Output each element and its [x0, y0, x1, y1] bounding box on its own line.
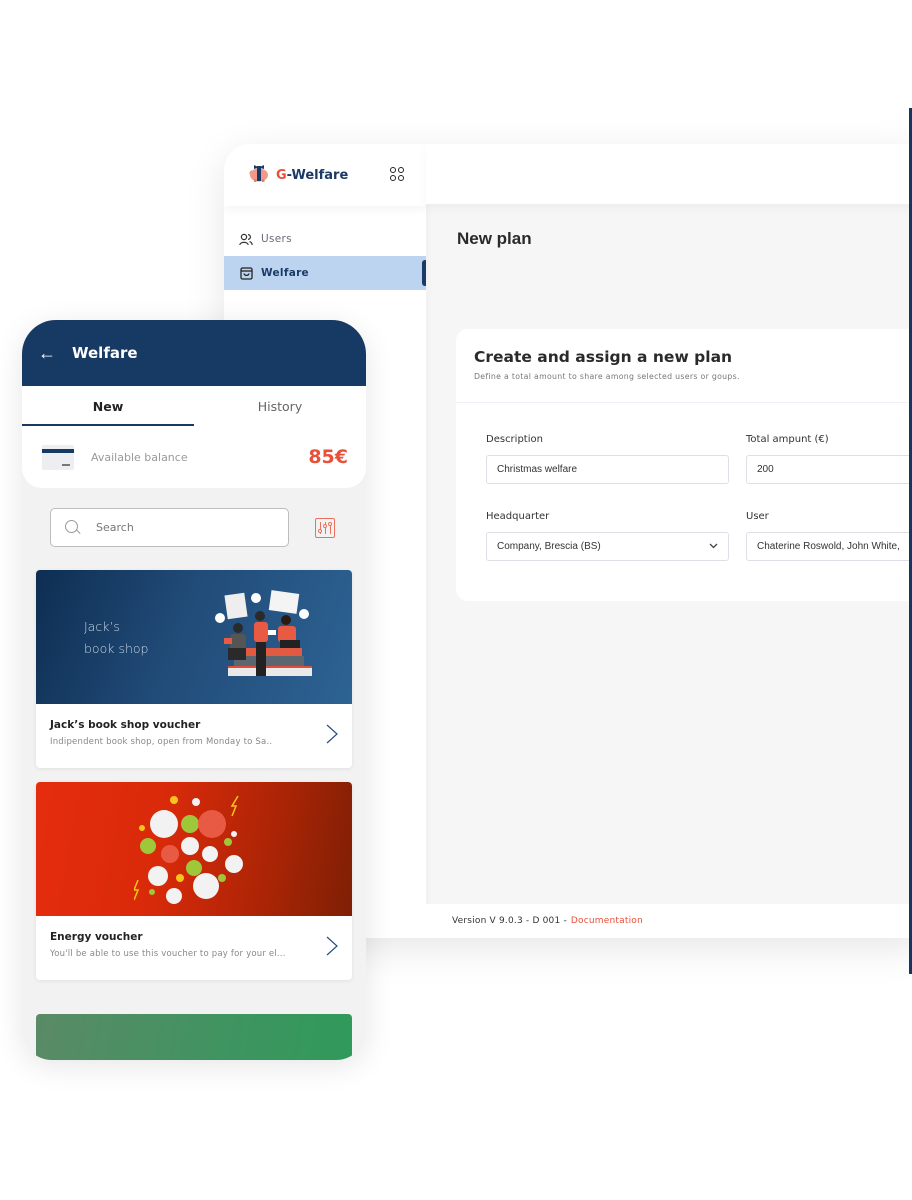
voucher-body: Energy voucher You'll be able to use thi… [36, 916, 352, 959]
voucher-body: Jack’s book shop voucher Indipendent boo… [36, 704, 352, 747]
version-text: Version V 9.0.3 - D 001 - [452, 916, 567, 926]
energy-icons-illustration [134, 795, 243, 904]
search-input[interactable]: Search [50, 508, 289, 547]
tabs: New History [22, 386, 366, 426]
description-label: Description [486, 434, 543, 445]
sidebar-item-label: Welfare [261, 267, 309, 279]
user-label: User [746, 511, 769, 522]
footer: Version V 9.0.3 - D 001 - Documentation [426, 904, 912, 938]
chevron-right-icon[interactable] [326, 936, 338, 956]
voucher-title: Jack’s book shop voucher [50, 719, 201, 731]
voucher-card-partial[interactable] [36, 1014, 352, 1060]
filter-sliders-icon[interactable] [315, 517, 335, 538]
tab-history[interactable]: History [194, 386, 366, 426]
voucher-title: Energy voucher [50, 931, 143, 943]
credit-card-icon [42, 444, 74, 470]
chevron-right-icon[interactable] [326, 724, 338, 744]
tab-new[interactable]: New [22, 386, 194, 426]
user-select[interactable]: Chaterine Roswold, John White, [746, 532, 912, 561]
form-title: Create and assign a new plan [474, 348, 733, 366]
voucher-description: You'll be able to use this voucher to pa… [50, 949, 286, 959]
chevron-down-icon [709, 541, 718, 551]
sidebar-nav: Users Welfare [224, 222, 426, 290]
headquarter-label: Headquarter [486, 511, 550, 522]
documentation-link[interactable]: Documentation [571, 916, 643, 926]
mobile-header: ← Welfare [22, 320, 366, 386]
book-shop-banner: Jack’s book shop [36, 570, 352, 704]
balance-label: Available balance [91, 450, 188, 464]
mobile-screen: ← Welfare New History Available balance … [22, 320, 366, 1060]
page-title: New plan [457, 229, 532, 248]
balance-value: 85€ [308, 446, 348, 468]
headquarter-select[interactable]: Company, Brescia (BS) [486, 532, 729, 561]
description-field-group: Description Christmas welfare [486, 434, 729, 484]
sidebar-item-label: Users [261, 233, 292, 245]
total-amount-field-group: Total ampunt (€) 200 [746, 434, 912, 484]
search-row: Search [22, 488, 366, 547]
sidebar-item-welfare[interactable]: Welfare [224, 256, 426, 290]
description-input[interactable]: Christmas welfare [486, 455, 729, 484]
brand[interactable]: G-Welfare [224, 144, 426, 206]
headquarter-field-group: Headquarter Company, Brescia (BS) [486, 511, 729, 561]
total-amount-input[interactable]: 200 [746, 455, 912, 484]
form-subtitle: Define a total amount to share among sel… [474, 372, 740, 381]
apps-grid-icon[interactable] [390, 167, 404, 181]
reading-people-illustration [215, 590, 312, 676]
top-bar [426, 144, 912, 204]
banner-text: Jack’s book shop [84, 619, 149, 656]
user-field-group: User Chaterine Roswold, John White, [746, 511, 912, 561]
search-icon [65, 519, 81, 536]
voucher-card-energy[interactable]: Energy voucher You'll be able to use thi… [36, 782, 352, 980]
voucher-card-book-shop[interactable]: Jack’s book shop Jack’s book shop vouche… [36, 570, 352, 768]
balance-row: Available balance 85€ [22, 426, 366, 488]
headquarter-value: Company, Brescia (BS) [497, 541, 601, 552]
voucher-description: Indipendent book shop, open from Monday … [50, 737, 273, 747]
mobile-title: Welfare [72, 344, 138, 362]
piggy-bank-icon [248, 163, 270, 188]
sidebar-item-users[interactable]: Users [224, 222, 426, 256]
search-placeholder: Search [96, 521, 134, 534]
brand-name: G-Welfare [276, 167, 349, 183]
shopping-bag-icon [239, 266, 253, 280]
back-arrow-icon[interactable]: ← [38, 343, 56, 364]
total-amount-label: Total ampunt (€) [746, 434, 829, 445]
mobile-top-panel: New History Available balance 85€ [22, 386, 366, 488]
energy-banner [36, 782, 352, 916]
users-icon [239, 232, 253, 246]
new-plan-form-card: Create and assign a new plan Define a to… [456, 329, 912, 601]
